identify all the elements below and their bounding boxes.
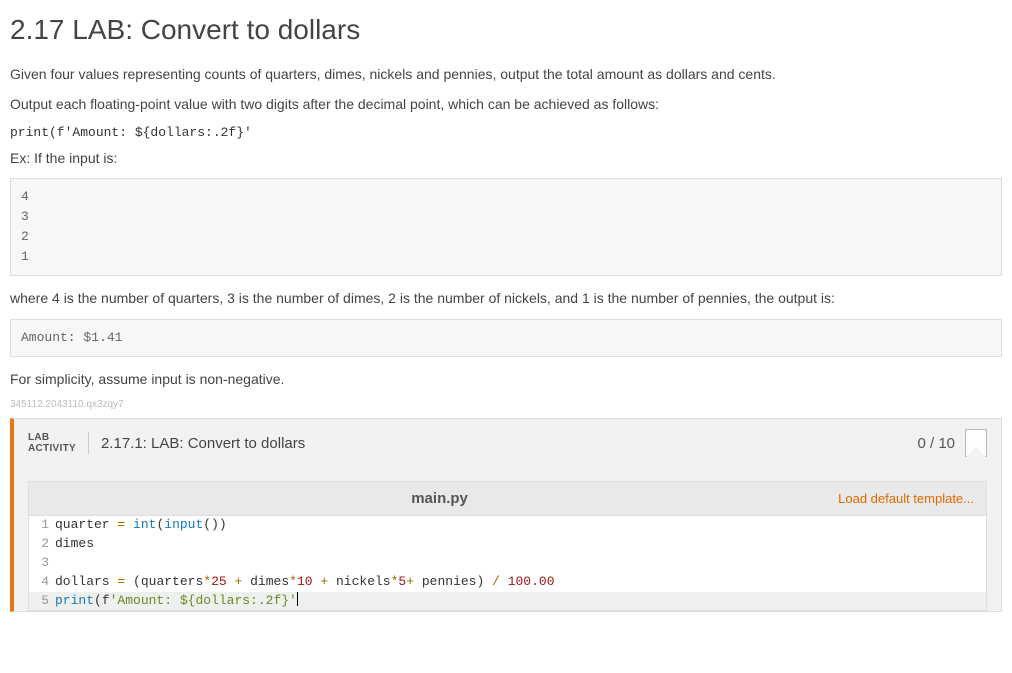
line-number: 3 xyxy=(29,554,55,573)
line-number: 2 xyxy=(29,535,55,554)
code-line[interactable]: 2 dimes xyxy=(29,535,986,554)
example-output-box: Amount: $1.41 xyxy=(10,319,1002,357)
line-number: 5 xyxy=(29,592,55,611)
page-title: 2.17 LAB: Convert to dollars xyxy=(10,14,1002,46)
code-line[interactable]: 4 dollars = (quarters*25 + dimes*10 + ni… xyxy=(29,573,986,592)
watermark-id: 345112.2043110.qx3zqy7 xyxy=(10,399,1002,410)
line-number: 1 xyxy=(29,516,55,535)
format-note: Output each floating-point value with tw… xyxy=(10,94,1002,114)
lab-score: 0 / 10 xyxy=(917,435,955,452)
example-input-box: 4 3 2 1 xyxy=(10,178,1002,277)
code-line[interactable]: 5 print(f'Amount: ${dollars:.2f}' xyxy=(29,592,986,611)
editor-toolbar: main.py Load default template... xyxy=(28,481,987,515)
example-label: Ex: If the input is: xyxy=(10,148,1002,168)
filename-label: main.py xyxy=(41,490,838,507)
assumption-text: For simplicity, assume input is non-nega… xyxy=(10,369,1002,389)
lab-header: LAB ACTIVITY 2.17.1: LAB: Convert to dol… xyxy=(14,419,1001,467)
lab-activity-panel: LAB ACTIVITY 2.17.1: LAB: Convert to dol… xyxy=(10,418,1002,612)
load-template-link[interactable]: Load default template... xyxy=(838,491,974,506)
line-number: 4 xyxy=(29,573,55,592)
code-editor[interactable]: 1 quarter = int(input()) 2 dimes 3 4 dol… xyxy=(28,515,987,611)
editor-wrap: main.py Load default template... 1 quart… xyxy=(14,467,1001,611)
code-line[interactable]: 1 quarter = int(input()) xyxy=(29,516,986,535)
bookmark-icon[interactable] xyxy=(965,429,987,457)
code-line[interactable]: 3 xyxy=(29,554,986,573)
lab-tag-line2: ACTIVITY xyxy=(28,443,76,454)
lab-tag: LAB ACTIVITY xyxy=(28,432,89,454)
lab-tag-line1: LAB xyxy=(28,432,76,443)
example-explain: where 4 is the number of quarters, 3 is … xyxy=(10,288,1002,308)
format-code: print(f'Amount: ${dollars:.2f}' xyxy=(10,125,1002,140)
intro-text: Given four values representing counts of… xyxy=(10,64,1002,84)
lab-activity-title: 2.17.1: LAB: Convert to dollars xyxy=(101,435,918,452)
